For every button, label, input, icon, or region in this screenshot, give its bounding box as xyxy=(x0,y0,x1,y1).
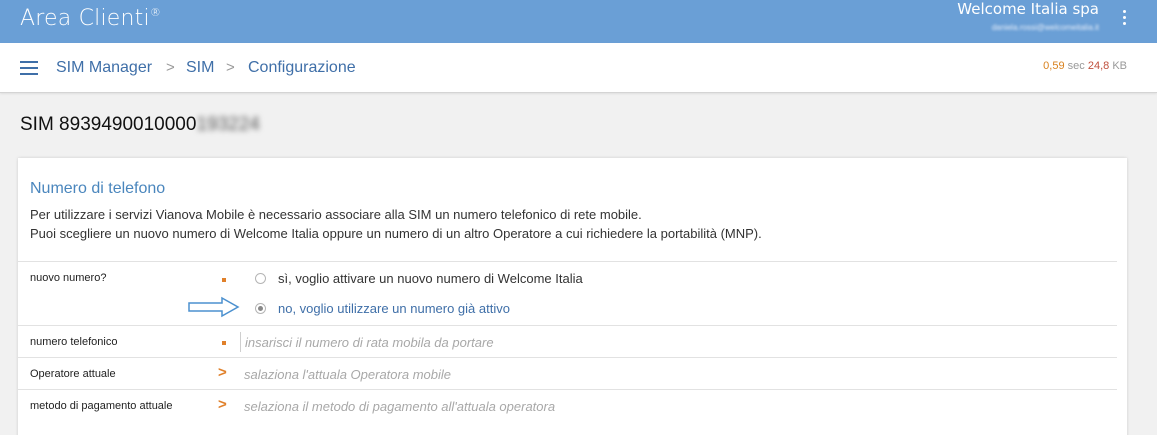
breadcrumb-sim-manager[interactable]: SIM Manager xyxy=(56,59,152,77)
brand-text: Area Clienti xyxy=(20,6,150,31)
registered-mark: ® xyxy=(149,6,162,19)
breadcrumb-sim[interactable]: SIM xyxy=(186,59,214,77)
app-brand[interactable]: Area Clienti® xyxy=(20,6,161,31)
divider xyxy=(18,389,1117,390)
radio-label-new-number-no[interactable]: no, voglio utilizzare un numero già atti… xyxy=(278,301,510,316)
perf-time-unit: sec xyxy=(1067,60,1085,72)
phone-number-input[interactable] xyxy=(240,332,1100,352)
field-label-operator: Operatore attuale xyxy=(30,368,116,380)
field-label-new-number: nuovo numero? xyxy=(30,272,107,284)
divider xyxy=(18,325,1117,326)
payment-method-select[interactable]: selaziona il metodo di pagamento all'att… xyxy=(244,399,555,414)
breadcrumb-configurazione: Configurazione xyxy=(248,59,356,76)
top-bar: Area Clienti® Welcome Italia spa daniela… xyxy=(0,0,1157,43)
radio-label-new-number-yes[interactable]: sì, voglio attivare un nuovo numero di W… xyxy=(278,271,583,286)
company-name: Welcome Italia spa xyxy=(957,0,1099,18)
user-email: daniela.rossi@welcomeitalia.it xyxy=(991,23,1099,32)
sim-number-blurred: 193224 xyxy=(196,114,260,135)
card-title: Numero di telefono xyxy=(30,180,166,197)
perf-size-unit: KB xyxy=(1112,60,1127,72)
divider xyxy=(18,261,1117,262)
kebab-vertical-icon[interactable] xyxy=(1121,10,1127,32)
card-description-2: Puoi scegliere un nuovo numero di Welcom… xyxy=(30,226,762,241)
required-marker xyxy=(222,341,226,345)
chevron-right-icon: > xyxy=(226,59,235,76)
chevron-right-icon: > xyxy=(166,59,175,76)
arrow-right-icon xyxy=(188,296,240,318)
hamburger-icon[interactable] xyxy=(20,61,38,75)
card-description-1: Per utilizzare i servizi Vianova Mobile … xyxy=(30,207,642,222)
chevron-right-icon[interactable]: > xyxy=(218,396,227,413)
operator-select[interactable]: salaziona l'attuala Operatora mobile xyxy=(244,367,451,382)
breadcrumb-bar: SIM Manager > SIM > Configurazione 0,59 … xyxy=(0,43,1157,93)
sim-number: SIM 8939490010000 xyxy=(20,114,197,135)
phone-number-card: Numero di telefono Per utilizzare i serv… xyxy=(18,158,1127,435)
field-label-phone: numero telefonico xyxy=(30,336,118,348)
divider xyxy=(18,357,1117,358)
perf-time: 0,59 xyxy=(1043,60,1065,72)
field-label-payment: metodo di pagamento attuale xyxy=(30,400,173,412)
radio-new-number-no[interactable] xyxy=(255,303,266,314)
perf-size: 24,8 xyxy=(1087,60,1110,72)
chevron-right-icon[interactable]: > xyxy=(218,364,227,381)
performance-info: 0,59 sec 24,8 KB xyxy=(1043,60,1127,72)
radio-new-number-yes[interactable] xyxy=(255,273,266,284)
required-marker xyxy=(222,278,226,282)
page-title: SIM 8939490010000193224 xyxy=(20,114,260,136)
